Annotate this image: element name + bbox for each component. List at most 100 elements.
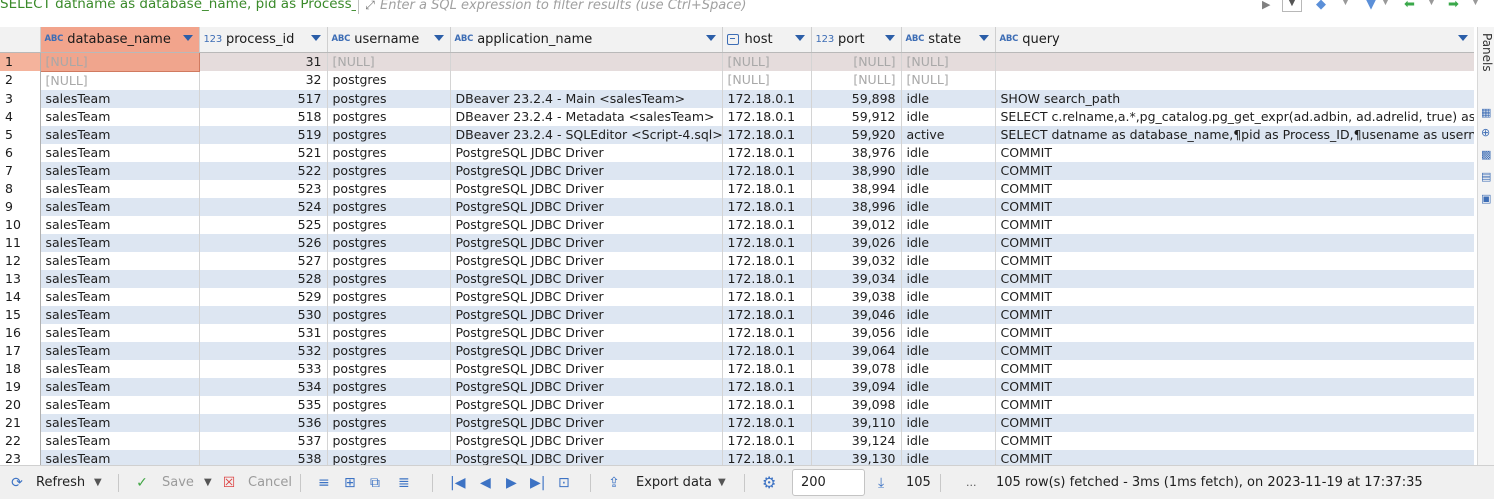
cell-state[interactable]: idle: [901, 197, 996, 216]
cell-username[interactable]: postgres: [327, 413, 451, 432]
cell-application-name[interactable]: PostgreSQL JDBC Driver: [450, 431, 723, 450]
cell-state[interactable]: idle: [901, 305, 996, 324]
cell-query[interactable]: SHOW search_path: [995, 89, 1474, 108]
cell-host[interactable]: 172.18.0.1: [722, 89, 812, 108]
cell-port[interactable]: 39,038: [811, 287, 902, 306]
row-number[interactable]: 23: [0, 449, 41, 465]
cell-port[interactable]: 39,094: [811, 377, 902, 396]
cell-query[interactable]: COMMIT: [995, 269, 1474, 288]
cell-username[interactable]: postgres: [327, 305, 451, 324]
cell-application-name[interactable]: PostgreSQL JDBC Driver: [450, 323, 723, 342]
row-number[interactable]: 5: [0, 125, 41, 144]
funnel-icon[interactable]: ▼: [1366, 0, 1376, 12]
cell-application-name[interactable]: PostgreSQL JDBC Driver: [450, 251, 723, 270]
row-number[interactable]: 6: [0, 143, 41, 162]
cell-application-name[interactable]: [450, 71, 723, 90]
table-row[interactable]: 2 [NULL] 32 postgres [NULL] [NULL] [NULL]: [0, 71, 1474, 90]
cell-application-name[interactable]: PostgreSQL JDBC Driver: [450, 215, 723, 234]
fetch-size-input[interactable]: [792, 469, 865, 496]
cell-database-name[interactable]: salesTeam: [40, 269, 200, 288]
cell-application-name[interactable]: PostgreSQL JDBC Driver: [450, 377, 723, 396]
cell-username[interactable]: postgres: [327, 197, 451, 216]
cell-query[interactable]: COMMIT: [995, 323, 1474, 342]
cell-host[interactable]: 172.18.0.1: [722, 269, 812, 288]
cell-username[interactable]: postgres: [327, 143, 451, 162]
cell-username[interactable]: postgres: [327, 323, 451, 342]
row-number[interactable]: 20: [0, 395, 41, 414]
cell-host[interactable]: [NULL]: [722, 52, 812, 71]
cell-application-name[interactable]: PostgreSQL JDBC Driver: [450, 179, 723, 198]
cell-host[interactable]: [NULL]: [722, 71, 812, 90]
cell-username[interactable]: postgres: [327, 71, 451, 90]
filter-input[interactable]: [380, 0, 1260, 13]
table-row[interactable]: 18 salesTeam 533 postgres PostgreSQL JDBC Dr…: [0, 359, 1474, 378]
cell-port[interactable]: 39,046: [811, 305, 902, 324]
table-row[interactable]: 12 salesTeam 527 postgres PostgreSQL JDBC Dr…: [0, 251, 1474, 270]
cell-username[interactable]: postgres: [327, 251, 451, 270]
cell-process-id[interactable]: 530: [199, 305, 328, 324]
cell-username[interactable]: postgres: [327, 359, 451, 378]
cell-application-name[interactable]: PostgreSQL JDBC Driver: [450, 143, 723, 162]
refresh-options-chevron-down-icon[interactable]: ▼: [94, 466, 102, 499]
metadata-icon[interactable]: ▩: [1481, 149, 1493, 161]
sort-icon[interactable]: [433, 35, 444, 41]
cell-username[interactable]: postgres: [327, 215, 451, 234]
copy-row-icon[interactable]: ⧉: [370, 466, 380, 499]
cell-query[interactable]: COMMIT: [995, 395, 1474, 414]
row-number[interactable]: 3: [0, 89, 41, 108]
cell-process-id[interactable]: 535: [199, 395, 328, 414]
cell-state[interactable]: idle: [901, 323, 996, 342]
cell-port[interactable]: 39,034: [811, 269, 902, 288]
cell-process-id[interactable]: 537: [199, 431, 328, 450]
sort-icon[interactable]: [182, 35, 193, 41]
cell-query[interactable]: COMMIT: [995, 287, 1474, 306]
back-arrow-icon[interactable]: ⬅: [1404, 0, 1415, 12]
cell-database-name[interactable]: salesTeam: [40, 89, 200, 108]
cell-username[interactable]: postgres: [327, 161, 451, 180]
column-header-process-id[interactable]: 123 process_id: [199, 27, 328, 53]
cell-database-name[interactable]: salesTeam: [40, 395, 200, 414]
cell-database-name[interactable]: salesTeam: [40, 161, 200, 180]
cell-host[interactable]: 172.18.0.1: [722, 215, 812, 234]
row-number[interactable]: 4: [0, 107, 41, 126]
cell-host[interactable]: 172.18.0.1: [722, 359, 812, 378]
chevron-down-icon[interactable]: ▼: [1342, 0, 1349, 11]
cell-username[interactable]: postgres: [327, 431, 451, 450]
cell-query[interactable]: COMMIT: [995, 161, 1474, 180]
cell-query[interactable]: COMMIT: [995, 197, 1474, 216]
cell-query[interactable]: COMMIT: [995, 431, 1474, 450]
row-number[interactable]: 18: [0, 359, 41, 378]
cell-username[interactable]: postgres: [327, 449, 451, 465]
sort-icon[interactable]: [884, 35, 895, 41]
cell-port[interactable]: 59,920: [811, 125, 902, 144]
row-number[interactable]: 14: [0, 287, 41, 306]
column-header-query[interactable]: ABC query: [995, 27, 1474, 53]
table-row[interactable]: 16 salesTeam 531 postgres PostgreSQL JDBC Dr…: [0, 323, 1474, 342]
cell-process-id[interactable]: 517: [199, 89, 328, 108]
cell-port[interactable]: 39,012: [811, 215, 902, 234]
table-row[interactable]: 9 salesTeam 524 postgres PostgreSQL JDBC Dri…: [0, 197, 1474, 216]
table-row[interactable]: 5 salesTeam 519 postgres DBeaver 23.2.4 - SQ…: [0, 125, 1474, 144]
row-number[interactable]: 13: [0, 269, 41, 288]
save-options-chevron-down-icon[interactable]: ▼: [204, 466, 212, 499]
first-page-icon[interactable]: |◀: [450, 466, 465, 499]
column-header-host[interactable]: host: [722, 27, 812, 53]
cell-process-id[interactable]: 519: [199, 125, 328, 144]
cell-database-name[interactable]: salesTeam: [40, 179, 200, 198]
table-row[interactable]: 6 salesTeam 521 postgres PostgreSQL JDBC Dri…: [0, 143, 1474, 162]
cell-port[interactable]: 39,124: [811, 431, 902, 450]
cell-application-name[interactable]: [450, 52, 723, 71]
previous-page-icon[interactable]: ◀: [480, 466, 491, 499]
cell-port[interactable]: 59,898: [811, 89, 902, 108]
cell-state[interactable]: idle: [901, 143, 996, 162]
column-header-port[interactable]: 123 port: [811, 27, 902, 53]
cell-state[interactable]: idle: [901, 251, 996, 270]
cell-state[interactable]: idle: [901, 449, 996, 465]
cell-database-name[interactable]: salesTeam: [40, 125, 200, 144]
chevron-down-icon[interactable]: ▼: [1428, 0, 1435, 11]
row-number[interactable]: 17: [0, 341, 41, 360]
cell-state[interactable]: idle: [901, 377, 996, 396]
cell-host[interactable]: 172.18.0.1: [722, 449, 812, 465]
cell-port[interactable]: [NULL]: [811, 71, 902, 90]
cell-database-name[interactable]: salesTeam: [40, 413, 200, 432]
